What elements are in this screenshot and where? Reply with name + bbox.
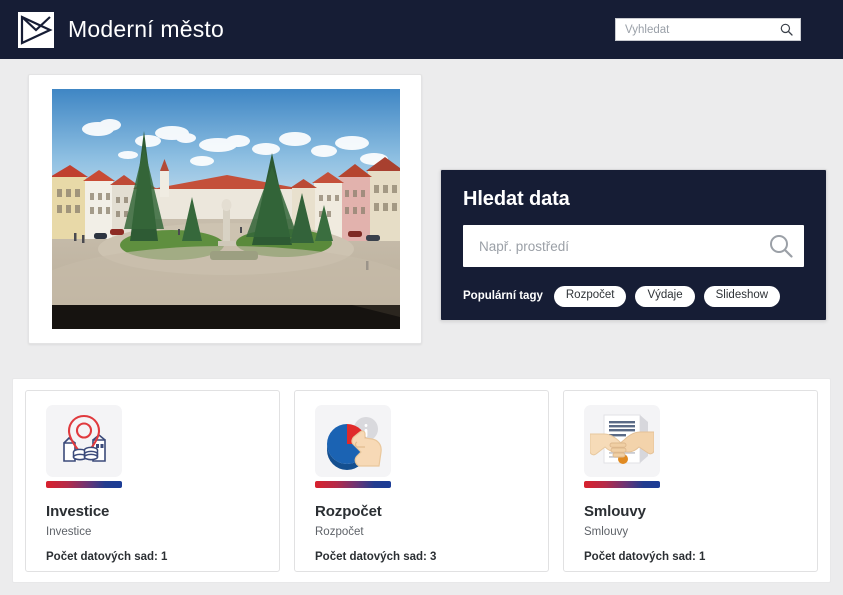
category-card-investice[interactable]: Investice Investice Počet datových sad: … — [25, 390, 280, 572]
popular-tags: Populární tagy Rozpočet Výdaje Slideshow — [463, 286, 804, 307]
category-icon-wrap — [315, 405, 395, 488]
town-square-photo — [52, 89, 400, 329]
category-icon-wrap — [46, 405, 126, 488]
hero-section: Hledat data Populární tagy Rozpočet Výda… — [0, 59, 843, 378]
categories-section: Investice Investice Počet datových sad: … — [12, 378, 831, 583]
search-input[interactable] — [625, 23, 780, 36]
category-accent-bar — [46, 481, 122, 488]
category-title: Smlouvy — [584, 503, 646, 520]
data-search-input[interactable] — [479, 238, 768, 254]
search-panel-title: Hledat data — [463, 188, 570, 210]
map-pin-investment-icon — [46, 405, 122, 477]
category-subtitle: Rozpočet — [315, 526, 364, 538]
category-icon-wrap — [584, 405, 664, 488]
category-accent-bar — [584, 481, 660, 488]
handshake-contract-icon — [584, 405, 660, 477]
category-subtitle: Smlouvy — [584, 526, 629, 538]
hero-photo-card — [28, 74, 422, 344]
category-dataset-count: Počet datových sad: 1 — [46, 551, 168, 563]
search-icon[interactable] — [780, 23, 793, 36]
tag-rozpocet[interactable]: Rozpočet — [553, 286, 627, 307]
data-search-panel: Hledat data Populární tagy Rozpočet Výda… — [440, 169, 827, 321]
category-dataset-count: Počet datových sad: 3 — [315, 551, 437, 563]
header-search-box[interactable] — [615, 18, 801, 41]
category-title: Investice — [46, 503, 110, 520]
category-card-rozpocet[interactable]: Rozpočet Rozpočet Počet datových sad: 3 — [294, 390, 549, 572]
envelope-bowtie-logo-icon — [18, 11, 54, 48]
popular-tags-label: Populární tagy — [463, 290, 543, 303]
tag-vydaje[interactable]: Výdaje — [635, 286, 695, 307]
category-card-smlouvy[interactable]: Smlouvy Smlouvy Počet datových sad: 1 — [563, 390, 818, 572]
search-icon[interactable] — [768, 233, 794, 259]
category-subtitle: Investice — [46, 526, 92, 538]
category-dataset-count: Počet datových sad: 1 — [584, 551, 706, 563]
page-title: Moderní město — [68, 16, 224, 42]
category-title: Rozpočet — [315, 503, 382, 520]
pie-chart-hand-icon — [315, 405, 391, 477]
category-accent-bar — [315, 481, 391, 488]
site-header: Moderní město — [0, 0, 843, 59]
brand[interactable]: Moderní město — [18, 11, 224, 48]
data-search-box[interactable] — [463, 225, 804, 267]
tag-slideshow[interactable]: Slideshow — [703, 286, 781, 307]
